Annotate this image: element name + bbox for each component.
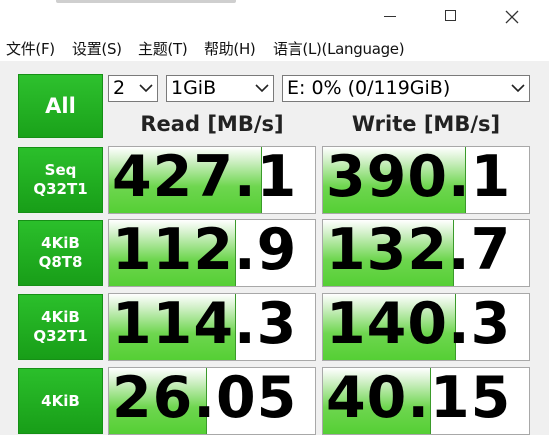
read-result-value: 427.1 bbox=[112, 146, 298, 210]
test-size-select[interactable]: 1GiB bbox=[166, 75, 274, 102]
read-result-cell: 26.05 bbox=[108, 367, 316, 435]
test-count-select[interactable]: 2 bbox=[108, 75, 158, 102]
chevron-down-icon bbox=[255, 84, 269, 93]
read-header: Read [MB/s] bbox=[140, 112, 284, 136]
row-label-line1: 4KiB bbox=[41, 308, 80, 326]
chevron-down-icon bbox=[511, 84, 525, 93]
test-size-value: 1GiB bbox=[171, 77, 217, 99]
maximize-button[interactable] bbox=[428, 0, 474, 33]
row-label-line2: Q8T8 bbox=[38, 253, 83, 271]
menu-bar: 文件(F) 设置(S) 主题(T) 帮助(H) 语言(L)(Language) bbox=[0, 33, 549, 61]
read-result-cell: 112.9 bbox=[108, 219, 316, 287]
menu-file[interactable]: 文件(F) bbox=[6, 38, 55, 59]
write-result-value: 140.3 bbox=[326, 293, 512, 357]
test-4kib-q32t1-button[interactable]: 4KiB Q32T1 bbox=[18, 294, 103, 360]
close-button[interactable] bbox=[490, 0, 536, 33]
minimize-button[interactable] bbox=[367, 0, 413, 33]
maximize-icon bbox=[445, 10, 456, 21]
menu-theme[interactable]: 主题(T) bbox=[138, 38, 188, 59]
read-result-cell: 114.3 bbox=[108, 293, 316, 361]
all-button[interactable]: All bbox=[18, 74, 103, 138]
chevron-down-icon bbox=[139, 84, 153, 93]
menu-settings[interactable]: 设置(S) bbox=[72, 38, 122, 59]
write-result-cell: 132.7 bbox=[322, 219, 530, 287]
row-label-line2: Q32T1 bbox=[33, 327, 88, 345]
read-result-value: 26.05 bbox=[112, 367, 298, 431]
row-label-line1: Seq bbox=[44, 161, 77, 179]
test-4kib-q8t8-button[interactable]: 4KiB Q8T8 bbox=[18, 220, 103, 286]
menu-language[interactable]: 语言(L)(Language) bbox=[273, 38, 405, 59]
write-result-value: 132.7 bbox=[326, 219, 512, 283]
drive-value: E: 0% (0/119GiB) bbox=[287, 77, 451, 99]
write-header: Write [MB/s] bbox=[351, 112, 501, 136]
write-result-cell: 390.1 bbox=[322, 146, 530, 214]
read-result-value: 112.9 bbox=[112, 219, 298, 283]
row-label-line2: Q32T1 bbox=[33, 180, 88, 198]
read-result-value: 114.3 bbox=[112, 293, 298, 357]
title-bar bbox=[0, 0, 549, 33]
write-result-value: 40.15 bbox=[326, 367, 512, 431]
row-label-line1: 4KiB bbox=[41, 234, 80, 252]
row-label-line1: 4KiB bbox=[41, 391, 80, 410]
drive-select[interactable]: E: 0% (0/119GiB) bbox=[282, 75, 530, 102]
close-icon bbox=[505, 10, 519, 24]
menu-help[interactable]: 帮助(H) bbox=[204, 38, 256, 59]
title-fragment bbox=[56, 0, 236, 3]
test-count-value: 2 bbox=[113, 77, 126, 99]
write-result-cell: 140.3 bbox=[322, 293, 530, 361]
write-result-value: 390.1 bbox=[326, 146, 512, 210]
write-result-cell: 40.15 bbox=[322, 367, 530, 435]
test-4kib-q1t1-button[interactable]: 4KiB bbox=[18, 368, 103, 434]
minimize-icon bbox=[384, 16, 396, 17]
read-result-cell: 427.1 bbox=[108, 146, 316, 214]
test-seq-q32t1-button[interactable]: Seq Q32T1 bbox=[18, 147, 103, 213]
